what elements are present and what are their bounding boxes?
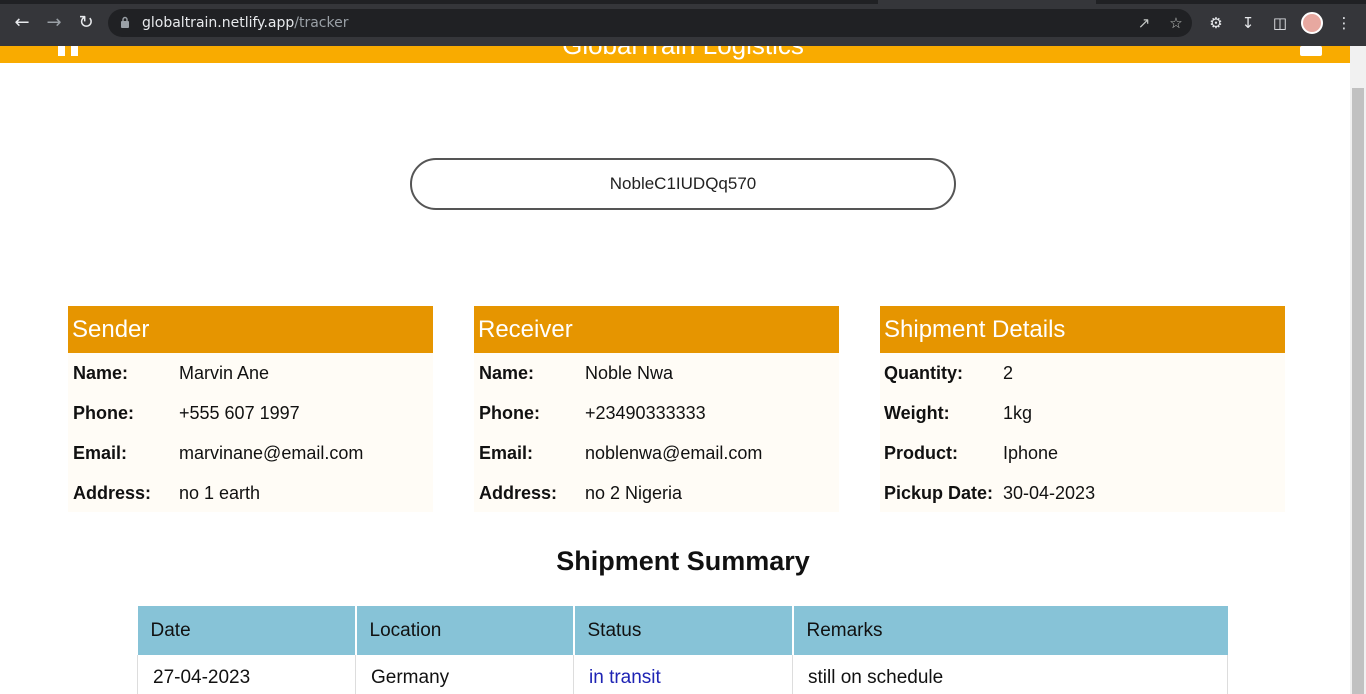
field-label: Name: — [73, 363, 129, 383]
extensions-icon[interactable]: ⚙ — [1205, 12, 1227, 34]
receiver-email-row: Email: noblenwa@email.com — [474, 433, 839, 473]
receiver-phone-row: Phone: +23490333333 — [474, 393, 839, 433]
cell-date: 27-04-2023 — [137, 655, 356, 694]
shipment-details-card: Shipment Details Quantity: 2 Weight: 1kg P… — [880, 306, 1285, 512]
sender-name-row: Name: Marvin Ane — [68, 353, 433, 393]
field-value: 1kg — [1003, 403, 1033, 423]
shipment-summary-table: Date Location Status Remarks 27-04-2023 … — [137, 606, 1228, 694]
field-label: Address: — [479, 483, 558, 503]
address-bar[interactable]: globaltrain.netlify.app/tracker ↗ ☆ — [108, 9, 1192, 37]
site-brand[interactable]: GlobalTrain Logistics — [0, 46, 1350, 61]
field-value: marvinane@email.com — [179, 443, 364, 463]
page-scrollbar[interactable] — [1350, 46, 1366, 694]
page-content: GlobalTrain Logistics Sender Name: Marvin… — [0, 46, 1350, 694]
url-text: globaltrain.netlify.app/tracker — [142, 15, 348, 31]
field-label: Quantity: — [884, 363, 963, 383]
pickup-date-row: Pickup Date: 30-04-2023 — [880, 473, 1285, 513]
table-row: 27-04-2023 Germany in transit still on s… — [137, 655, 1228, 694]
sender-address-row: Address: no 1 earth — [68, 473, 433, 513]
table-header-row: Date Location Status Remarks — [137, 606, 1228, 655]
field-value: noblenwa@email.com — [585, 443, 763, 463]
lock-icon — [121, 16, 129, 28]
column-header-location: Location — [355, 606, 575, 655]
side-panel-icon[interactable]: ◫ — [1269, 12, 1291, 34]
reload-icon[interactable]: ↻ — [74, 11, 98, 35]
scrollbar-thumb[interactable] — [1352, 88, 1364, 694]
field-label: Pickup Date: — [884, 483, 994, 503]
field-label: Address: — [73, 483, 152, 503]
field-label: Phone: — [479, 403, 540, 423]
receiver-heading: Receiver — [474, 306, 839, 353]
field-label: Product: — [884, 443, 958, 463]
field-value: +23490333333 — [585, 403, 706, 423]
shipment-details-heading: Shipment Details — [880, 306, 1285, 353]
cell-location: Germany — [355, 655, 574, 694]
field-value: 2 — [1003, 363, 1014, 383]
user-icon[interactable] — [1300, 46, 1322, 56]
product-row: Product: Iphone — [880, 433, 1285, 473]
active-tab[interactable] — [878, 0, 1096, 4]
column-header-remarks: Remarks — [792, 606, 1228, 655]
share-icon[interactable]: ↗ — [1134, 13, 1154, 33]
url-path: /tracker — [294, 15, 349, 31]
browser-toolbar: ← → ↻ globaltrain.netlify.app/tracker ↗ … — [0, 0, 1366, 46]
shipment-summary-title: Shipment Summary — [556, 546, 810, 576]
url-host: globaltrain.netlify.app — [142, 15, 295, 31]
quantity-row: Quantity: 2 — [880, 353, 1285, 393]
field-value: no 1 earth — [179, 483, 261, 503]
receiver-card: Receiver Name: Noble Nwa Phone: +234903333… — [474, 306, 839, 512]
sender-email-row: Email: marvinane@email.com — [68, 433, 433, 473]
cell-remarks: still on schedule — [792, 655, 1228, 694]
receiver-address-row: Address: no 2 Nigeria — [474, 473, 839, 513]
field-label: Email: — [479, 443, 534, 463]
field-value: Marvin Ane — [179, 363, 270, 383]
tab-strip — [0, 0, 1366, 4]
field-value: +555 607 1997 — [179, 403, 300, 423]
field-label: Email: — [73, 443, 128, 463]
field-value: 30-04-2023 — [1003, 483, 1096, 503]
receiver-name-row: Name: Noble Nwa — [474, 353, 839, 393]
column-header-status: Status — [573, 606, 794, 655]
field-value: no 2 Nigeria — [585, 483, 683, 503]
field-value: Iphone — [1003, 443, 1059, 463]
sender-heading: Sender — [68, 306, 433, 353]
sender-card: Sender Name: Marvin Ane Phone: +555 607 19… — [68, 306, 433, 512]
kebab-menu-icon[interactable]: ⋮ — [1333, 12, 1355, 34]
bookmark-star-icon[interactable]: ☆ — [1166, 13, 1186, 33]
weight-row: Weight: 1kg — [880, 393, 1285, 433]
tracking-number-input[interactable] — [410, 158, 956, 210]
field-label: Phone: — [73, 403, 134, 423]
download-icon[interactable]: ↧ — [1237, 12, 1259, 34]
column-header-date: Date — [137, 606, 357, 655]
field-label: Name: — [479, 363, 535, 383]
site-header: GlobalTrain Logistics — [0, 46, 1350, 63]
back-arrow-icon[interactable]: ← — [10, 11, 34, 35]
sender-phone-row: Phone: +555 607 1997 — [68, 393, 433, 433]
forward-arrow-icon[interactable]: → — [42, 11, 66, 35]
cell-status: in transit — [573, 655, 793, 694]
field-label: Weight: — [884, 403, 950, 423]
field-value: Noble Nwa — [585, 363, 674, 383]
profile-avatar[interactable] — [1301, 12, 1323, 34]
